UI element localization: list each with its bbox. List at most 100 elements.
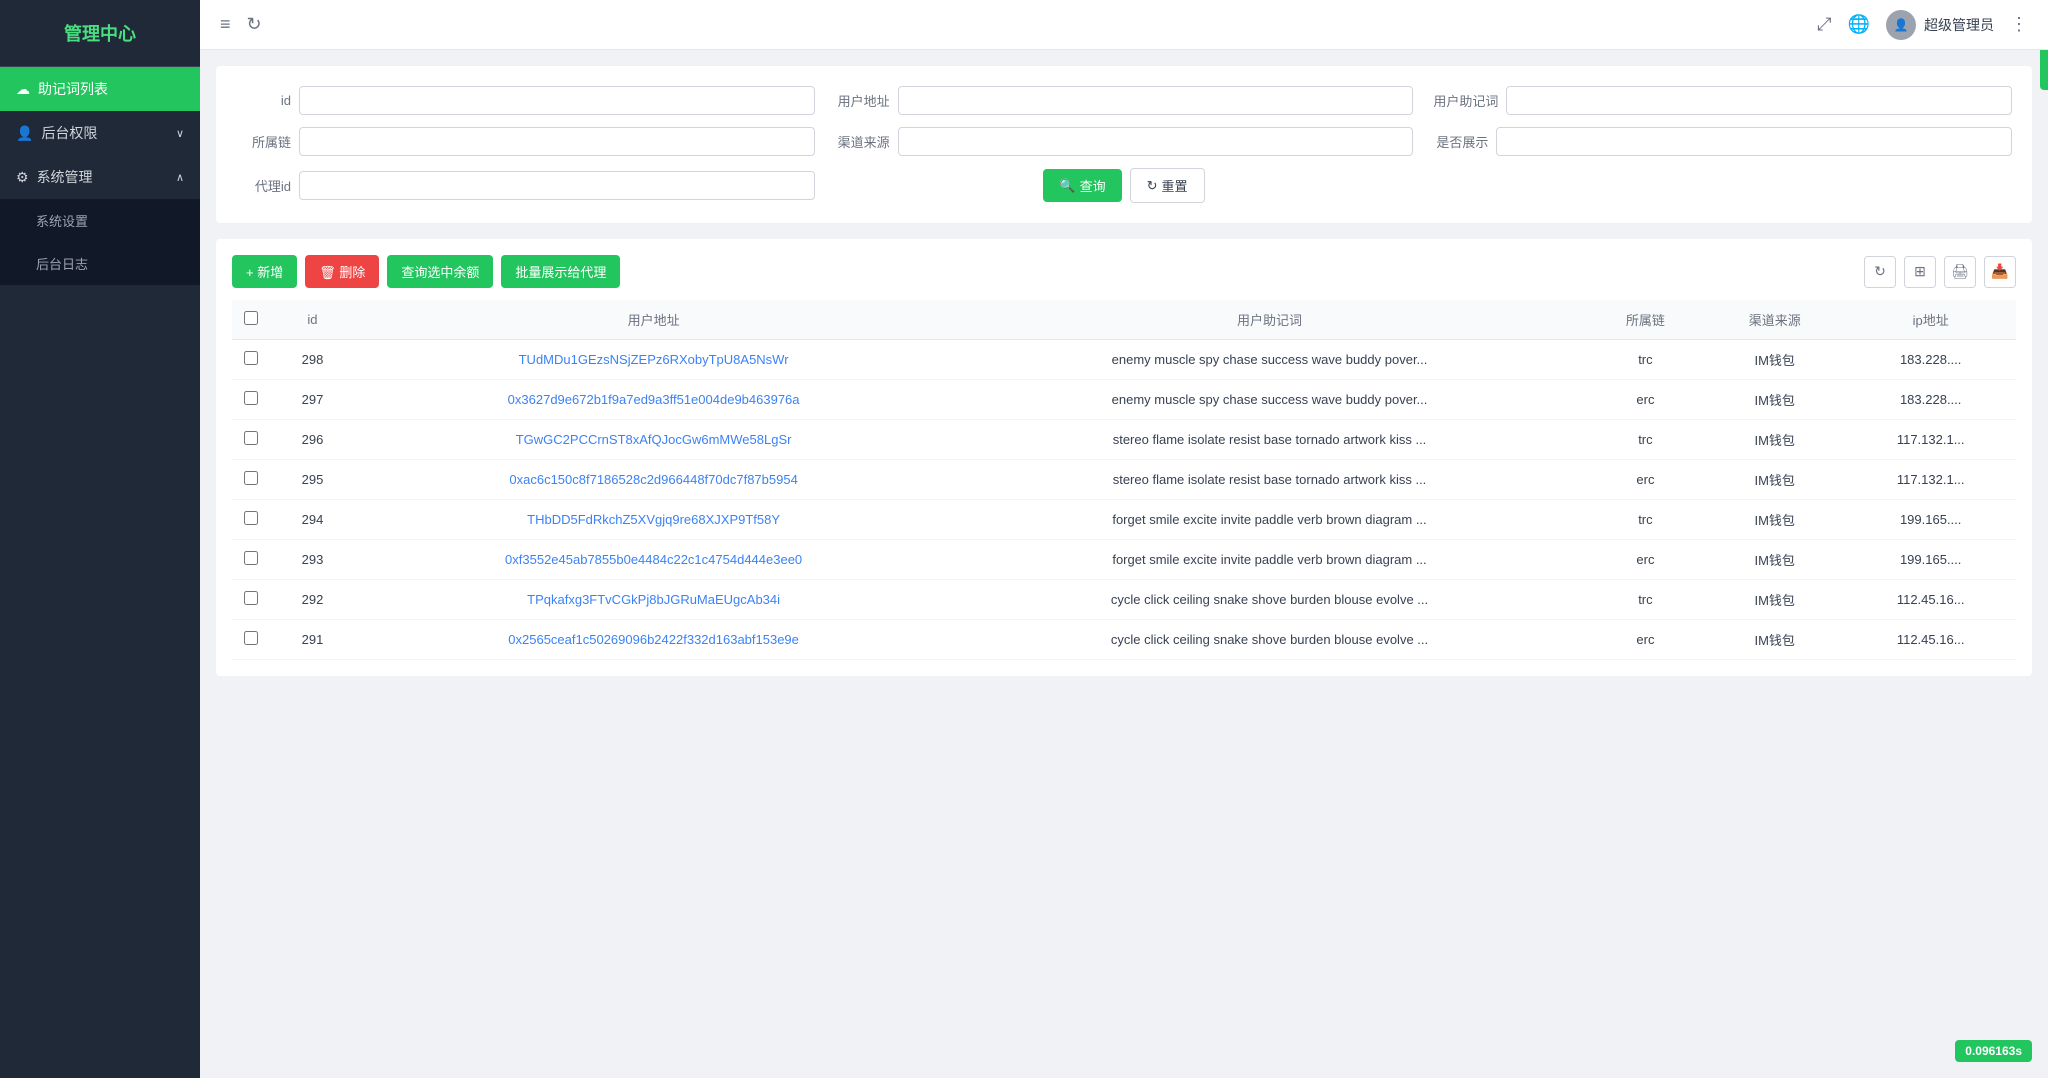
cell-ip: 117.132.1...	[1845, 460, 2016, 500]
row-checkbox[interactable]	[244, 511, 258, 525]
cell-address[interactable]: TUdMDu1GEzsNSjZEPz6RXobyTpU8A5NsWr	[355, 340, 952, 380]
refresh-icon[interactable]: ↻	[247, 14, 262, 35]
gear-icon: ⚙	[16, 169, 29, 186]
sidebar-item-system-management[interactable]: ⚙ 系统管理 ∧	[0, 155, 200, 199]
filter-id-label: id	[236, 93, 291, 108]
data-table: id 用户地址 用户助记词 所属链 渠道来源 ip地址 298 TUdMDu1G…	[232, 300, 2016, 660]
menu-icon[interactable]: ≡	[220, 14, 231, 35]
filter-id-input[interactable]	[299, 86, 815, 115]
cell-address[interactable]: 0xf3552e45ab7855b0e4484c22c1c4754d444e3e…	[355, 540, 952, 580]
cell-mnemonic: forget smile excite invite paddle verb b…	[952, 540, 1587, 580]
row-checkbox-cell	[232, 540, 270, 580]
table-refresh-button[interactable]: ↻	[1864, 256, 1896, 288]
sidebar-item-backend-log[interactable]: 后台日志	[0, 242, 200, 285]
col-header-ip: ip地址	[1845, 300, 2016, 340]
table-header-row: id 用户地址 用户助记词 所属链 渠道来源 ip地址	[232, 300, 2016, 340]
fullscreen-icon[interactable]: ⤢	[1817, 14, 1831, 35]
row-checkbox-cell	[232, 420, 270, 460]
cell-address[interactable]: TGwGC2PCCrnST8xAfQJocGw6mMWe58LgSr	[355, 420, 952, 460]
sidebar-item-mnemonic-list[interactable]: ☁ 助记词列表	[0, 67, 200, 111]
cell-channel: IM钱包	[1704, 500, 1845, 540]
sidebar-item-system-settings[interactable]: 系统设置	[0, 199, 200, 242]
cell-chain: erc	[1587, 380, 1704, 420]
cell-address[interactable]: 0xac6c150c8f7186528c2d966448f70dc7f87b59…	[355, 460, 952, 500]
row-checkbox[interactable]	[244, 391, 258, 405]
row-checkbox[interactable]	[244, 431, 258, 445]
table-row: 295 0xac6c150c8f7186528c2d966448f70dc7f8…	[232, 460, 2016, 500]
table-row: 292 TPqkafxg3FTvCGkPj8bJGRuMaEUgcAb34i c…	[232, 580, 2016, 620]
filter-address-label: 用户地址	[835, 91, 890, 110]
row-checkbox[interactable]	[244, 591, 258, 605]
cell-mnemonic: stereo flame isolate resist base tornado…	[952, 460, 1587, 500]
sidebar-item-backend-permissions[interactable]: 👤 后台权限 ∨	[0, 111, 200, 155]
filter-address-input[interactable]	[898, 86, 1414, 115]
row-checkbox[interactable]	[244, 631, 258, 645]
query-balance-button[interactable]: 查询选中余额	[387, 255, 493, 288]
cell-chain: trc	[1587, 500, 1704, 540]
reset-icon: ↻	[1147, 178, 1158, 194]
select-all-checkbox[interactable]	[244, 311, 258, 325]
cell-id: 296	[270, 420, 355, 460]
cell-channel: IM钱包	[1704, 420, 1845, 460]
filter-agent-input[interactable]	[299, 171, 815, 200]
cell-mnemonic: enemy muscle spy chase success wave budd…	[952, 380, 1587, 420]
filter-display-input[interactable]	[1496, 127, 2012, 156]
cell-ip: 117.132.1...	[1845, 420, 2016, 460]
header: ≡ ↻ ⤢ 🌐 👤 超级管理员 ⋮	[200, 0, 2048, 50]
header-checkbox-cell	[232, 300, 270, 340]
cell-chain: trc	[1587, 420, 1704, 460]
delete-button[interactable]: 🗑 删除	[305, 255, 379, 288]
sidebar-item-label: 系统管理	[37, 167, 93, 187]
filter-chain-input[interactable]	[299, 127, 815, 156]
col-header-id: id	[270, 300, 355, 340]
chevron-down-icon: ∨	[176, 127, 184, 140]
cell-channel: IM钱包	[1704, 340, 1845, 380]
cell-chain: erc	[1587, 540, 1704, 580]
filter-channel-input[interactable]	[898, 127, 1414, 156]
search-button[interactable]: 🔍 查询	[1043, 169, 1121, 202]
globe-icon[interactable]: 🌐	[1848, 14, 1870, 35]
table-export-button[interactable]: 📥	[1984, 256, 2016, 288]
filter-agent-row: 代理id	[236, 171, 815, 200]
row-checkbox[interactable]	[244, 551, 258, 565]
cell-ip: 112.45.16...	[1845, 580, 2016, 620]
cell-id: 293	[270, 540, 355, 580]
username: 超级管理员	[1924, 15, 1994, 35]
add-button[interactable]: + 新增	[232, 255, 297, 288]
grid-icon: ⊞	[1914, 263, 1926, 280]
content-area: id 用户地址 用户助记词 所属链 渠道来源	[200, 50, 2048, 1078]
row-checkbox[interactable]	[244, 351, 258, 365]
table-grid-button[interactable]: ⊞	[1904, 256, 1936, 288]
right-strip	[2040, 50, 2048, 90]
filter-mnemonic-input[interactable]	[1506, 86, 2012, 115]
reset-button[interactable]: ↻ 重置	[1130, 168, 1205, 203]
sidebar-submenu-system: 系统设置 后台日志	[0, 199, 200, 285]
cell-chain: trc	[1587, 580, 1704, 620]
search-icon: 🔍	[1059, 178, 1075, 194]
sidebar-item-label: 系统设置	[36, 211, 88, 230]
cell-id: 295	[270, 460, 355, 500]
mnemonic-icon: ☁	[16, 81, 30, 98]
row-checkbox-cell	[232, 580, 270, 620]
more-icon[interactable]: ⋮	[2010, 14, 2028, 35]
filter-display-row: 是否展示	[1433, 127, 2012, 156]
cell-address[interactable]: 0x3627d9e672b1f9a7ed9a3ff51e004de9b46397…	[355, 380, 952, 420]
sidebar-title: 管理中心	[0, 0, 200, 67]
row-checkbox-cell	[232, 620, 270, 660]
table-row: 298 TUdMDu1GEzsNSjZEPz6RXobyTpU8A5NsWr e…	[232, 340, 2016, 380]
row-checkbox[interactable]	[244, 471, 258, 485]
print-icon: 🖨	[1951, 263, 1969, 280]
row-checkbox-cell	[232, 500, 270, 540]
cell-address[interactable]: THbDD5FdRkchZ5XVgjq9re68XJXP9Tf58Y	[355, 500, 952, 540]
cell-address[interactable]: TPqkafxg3FTvCGkPj8bJGRuMaEUgcAb34i	[355, 580, 952, 620]
cell-mnemonic: cycle click ceiling snake shove burden b…	[952, 620, 1587, 660]
cell-ip: 183.228....	[1845, 380, 2016, 420]
sidebar-item-label: 后台权限	[41, 123, 97, 143]
table-print-button[interactable]: 🖨	[1944, 256, 1976, 288]
cell-chain: erc	[1587, 460, 1704, 500]
cell-channel: IM钱包	[1704, 540, 1845, 580]
batch-display-button[interactable]: 批量展示给代理	[501, 255, 620, 288]
cell-ip: 199.165....	[1845, 540, 2016, 580]
cell-id: 291	[270, 620, 355, 660]
cell-address[interactable]: 0x2565ceaf1c50269096b2422f332d163abf153e…	[355, 620, 952, 660]
